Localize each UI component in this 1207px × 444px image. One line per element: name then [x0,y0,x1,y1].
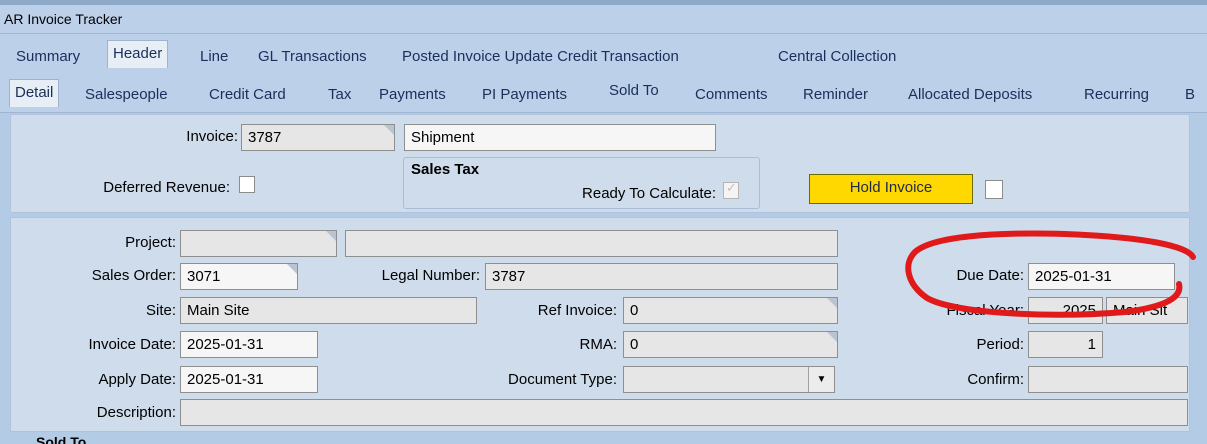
sales-order-label: Sales Order: [91,267,176,284]
apply-date-label: Apply Date: [98,371,176,388]
ref-invoice-label: Ref Invoice: [537,302,617,319]
tab-posted-invoice-update[interactable]: Posted Invoice Update Credit Transaction [402,48,679,65]
site-field[interactable]: Main Site [180,297,477,324]
document-type-select[interactable]: ▼ [623,366,835,393]
apply-date-field[interactable]: 2025-01-31 [180,366,318,393]
search-corner-icon [827,332,837,342]
shipment-field[interactable]: Shipment [404,124,716,151]
tab-comments[interactable]: Comments [695,86,768,103]
title-bar: AR Invoice Tracker [0,0,1207,34]
tab-tax[interactable]: Tax [328,86,351,103]
invoice-date-label: Invoice Date: [88,336,176,353]
tab-sold-to[interactable]: Sold To [609,82,659,99]
tab-allocated-deposits[interactable]: Allocated Deposits [908,86,1032,103]
search-corner-icon [287,264,297,274]
tab-summary[interactable]: Summary [16,48,80,65]
tab-recurring[interactable]: Recurring [1084,86,1149,103]
project-description-field [345,230,838,257]
hold-invoice-checkbox[interactable] [985,180,1003,199]
tab-line[interactable]: Line [200,48,228,65]
tab-header[interactable]: Header [107,40,169,68]
window-title: AR Invoice Tracker [4,11,123,27]
tab-credit-card[interactable]: Credit Card [209,86,286,103]
red-annotation-circle [905,230,1196,318]
document-type-label: Document Type: [508,371,617,388]
sales-tax-title: Sales Tax [411,161,480,178]
legal-number-field[interactable]: 3787 [485,263,838,290]
ready-to-calculate-checkbox[interactable] [723,181,739,199]
confirm-label: Confirm: [967,371,1024,388]
sales-order-field[interactable]: 3071 [180,263,298,290]
ref-invoice-field[interactable]: 0 [623,297,838,324]
legal-number-label: Legal Number: [381,267,480,284]
description-label: Description: [96,404,176,421]
project-label: Project: [125,234,176,251]
tab-payments[interactable]: Payments [379,86,446,103]
tab-gl-transactions[interactable]: GL Transactions [258,48,367,65]
project-field[interactable] [180,230,337,257]
search-corner-icon [827,298,837,308]
main-tab-bar: Summary Header Line GL Transactions Post… [0,34,1207,74]
confirm-field[interactable] [1028,366,1188,393]
invoice-label: Invoice: [186,128,238,145]
description-field[interactable] [180,399,1188,426]
sold-to-heading: Sold To [36,434,87,444]
invoice-date-field[interactable]: 2025-01-31 [180,331,318,358]
tab-b-truncated[interactable]: B [1185,86,1195,103]
search-corner-icon [384,125,394,135]
rma-label: RMA: [579,336,618,353]
ready-to-calculate-label: Ready To Calculate: [582,185,716,202]
deferred-revenue-label: Deferred Revenue: [103,179,230,196]
tab-central-collection[interactable]: Central Collection [778,48,896,65]
deferred-revenue-checkbox[interactable] [239,176,255,193]
tab-reminder[interactable]: Reminder [803,86,868,103]
site-label: Site: [145,302,176,319]
tab-pi-payments[interactable]: PI Payments [482,86,567,103]
tab-detail[interactable]: Detail [9,79,60,107]
chevron-down-icon[interactable]: ▼ [808,367,834,392]
invoice-field[interactable]: 3787 [241,124,395,151]
period-label: Period: [976,336,1024,353]
sub-tab-bar: Detail Salespeople Credit Card Tax Payme… [0,74,1207,113]
period-field[interactable]: 1 [1028,331,1103,358]
search-corner-icon [326,231,336,241]
rma-field[interactable]: 0 [623,331,838,358]
tab-salespeople[interactable]: Salespeople [85,86,168,103]
hold-invoice-button[interactable]: Hold Invoice [809,174,973,204]
